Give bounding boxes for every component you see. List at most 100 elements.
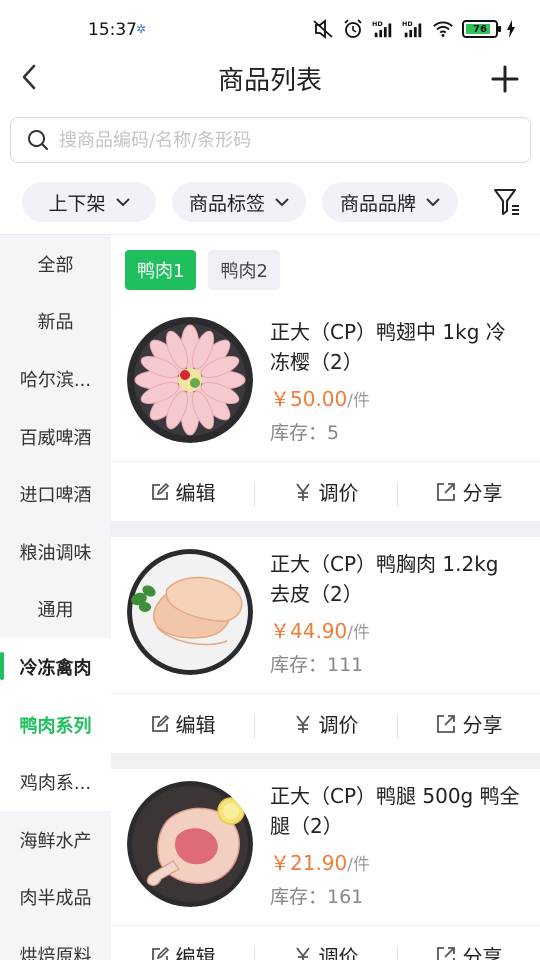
product-stock: 库存：5 (270, 422, 340, 444)
product-price: ￥44.90/件 (270, 615, 520, 644)
wifi-icon (432, 18, 454, 40)
settings-indicator-icon: ✲ (136, 22, 147, 36)
filter-icon (494, 189, 519, 215)
sidebar-item-harbin[interactable]: 哈尔滨... (0, 350, 111, 408)
sidebar-item-new[interactable]: 新品 (0, 292, 111, 351)
sidebar-item-all[interactable]: 全部 (0, 235, 111, 293)
edit-label: 编辑 (175, 481, 216, 505)
svg-text:HD: HD (372, 20, 383, 28)
product-card[interactable]: 正大（CP）鸭腿 500g 鸭全腿（2） ￥21.90/件 库存：161 编辑 … (111, 769, 540, 960)
product-image-duck-breast (127, 549, 253, 675)
edit-icon (151, 946, 169, 960)
sidebar-item-budweiser[interactable]: 百威啤酒 (0, 407, 111, 466)
price-unit: /件 (347, 623, 370, 643)
adjust-price-button[interactable]: 调价 (254, 477, 397, 507)
plus-icon (491, 65, 519, 93)
sidebar-item-general[interactable]: 通用 (0, 580, 111, 639)
product-name: 正大（CP）鸭胸肉 1.2kg 去皮（2） (270, 552, 499, 606)
adjust-price-button[interactable]: 调价 (254, 709, 397, 739)
share-button[interactable]: 分享 (397, 941, 540, 960)
card-actions: 编辑 调价 分享 (111, 925, 540, 960)
filter-product-tag[interactable]: 商品标签 (172, 182, 306, 222)
product-card[interactable]: 正大（CP）鸭翅中 1kg 冷冻樱（2） ￥50.00/件 库存：5 编辑 调价… (111, 305, 540, 521)
share-label: 分享 (462, 713, 503, 737)
chevron-down-icon (426, 198, 440, 207)
sidebar-item-seafood[interactable]: 海鲜水产 (0, 810, 111, 869)
sidebar-item-semi-meat[interactable]: 肉半成品 (0, 868, 111, 927)
alarm-icon (342, 18, 364, 40)
share-label: 分享 (462, 481, 503, 505)
tab-duck-2[interactable]: 鸭肉2 (208, 250, 280, 290)
filter-label: 商品标签 (188, 192, 265, 215)
edit-button[interactable]: 编辑 (111, 477, 254, 506)
product-image-duck-leg (127, 781, 253, 907)
svg-text:HD: HD (402, 20, 413, 28)
chevron-down-icon (115, 198, 130, 207)
category-sidebar: 全部 新品 哈尔滨... 百威啤酒 进口啤酒 粮油调味 通用 冷冻禽肉 鸭肉系列… (0, 235, 111, 960)
edit-icon (151, 714, 169, 732)
edit-label: 编辑 (175, 713, 216, 737)
filter-label: 上下架 (48, 192, 106, 215)
signal-icon-1: HD (372, 18, 394, 40)
sidebar-item-grain-oil[interactable]: 粮油调味 (0, 522, 111, 581)
product-price: ￥50.00/件 (270, 383, 520, 412)
search-input[interactable] (59, 129, 479, 151)
filter-product-brand[interactable]: 商品品牌 (322, 182, 458, 222)
chevron-down-icon (275, 198, 289, 207)
product-name: 正大（CP）鸭腿 500g 鸭全腿（2） (270, 784, 520, 838)
battery-level: 76 (473, 23, 487, 35)
status-bar: 15:37 ✲ HD HD 76 (0, 0, 540, 60)
sidebar-item-baking[interactable]: 烘焙原料 (0, 926, 111, 960)
adjust-price-label: 调价 (318, 945, 359, 960)
share-icon (436, 714, 455, 733)
share-icon (436, 946, 455, 960)
yen-icon (295, 482, 310, 501)
edit-button[interactable]: 编辑 (111, 709, 254, 738)
edit-label: 编辑 (175, 945, 216, 960)
add-product-button[interactable] (490, 64, 520, 94)
battery-icon: 76 (462, 20, 501, 38)
mute-icon (312, 18, 334, 40)
yen-icon (295, 714, 310, 733)
yen-icon (295, 946, 310, 960)
share-button[interactable]: 分享 (397, 709, 540, 739)
adjust-price-label: 调价 (318, 481, 359, 505)
edit-button[interactable]: 编辑 (111, 941, 254, 960)
charging-icon (506, 18, 516, 40)
card-actions: 编辑 调价 分享 (111, 461, 540, 521)
share-button[interactable]: 分享 (397, 477, 540, 507)
sidebar-item-chicken-series[interactable]: 鸡肉系... (0, 753, 111, 811)
filter-shelf-status[interactable]: 上下架 (22, 182, 156, 222)
page-title: 商品列表 (217, 66, 322, 96)
product-card[interactable]: 正大（CP）鸭胸肉 1.2kg 去皮（2） ￥44.90/件 库存：111 编辑… (111, 537, 540, 753)
status-time: 15:37 (88, 20, 137, 40)
price-value: ￥50.00 (270, 387, 348, 411)
product-name: 正大（CP）鸭翅中 1kg 冷冻樱（2） (270, 320, 506, 374)
search-icon (28, 130, 49, 151)
product-list-panel: 鸭肉1 鸭肉2 正大（CP）鸭翅中 1kg 冷冻樱（2） ￥50.00/件 库存… (111, 235, 540, 960)
adjust-price-button[interactable]: 调价 (254, 941, 397, 960)
share-label: 分享 (462, 945, 503, 960)
share-icon (436, 482, 455, 501)
filter-bar: 上下架 商品标签 商品品牌 (22, 182, 522, 222)
adjust-price-label: 调价 (318, 713, 359, 737)
sidebar-item-duck-series[interactable]: 鸭肉系列 (0, 695, 111, 754)
sidebar-item-imported-beer[interactable]: 进口啤酒 (0, 465, 111, 523)
subcategory-tabs: 鸭肉1 鸭肉2 (111, 235, 540, 305)
search-box[interactable] (10, 117, 531, 163)
sidebar-item-frozen-poultry[interactable]: 冷冻禽肉 (0, 638, 111, 696)
product-stock: 库存：161 (270, 886, 364, 908)
advanced-filter-button[interactable] (492, 186, 522, 218)
edit-icon (151, 482, 169, 500)
price-unit: /件 (347, 855, 370, 875)
price-unit: /件 (347, 391, 370, 411)
price-value: ￥44.90 (270, 619, 348, 643)
product-price: ￥21.90/件 (270, 847, 520, 876)
card-actions: 编辑 调价 分享 (111, 693, 540, 753)
product-stock: 库存：111 (270, 654, 364, 676)
status-icons: HD HD 76 (312, 18, 516, 40)
price-value: ￥21.90 (270, 851, 348, 875)
product-image-duck-wing (127, 317, 253, 443)
signal-icon-2: HD (402, 18, 424, 40)
tab-duck-1[interactable]: 鸭肉1 (125, 250, 197, 290)
